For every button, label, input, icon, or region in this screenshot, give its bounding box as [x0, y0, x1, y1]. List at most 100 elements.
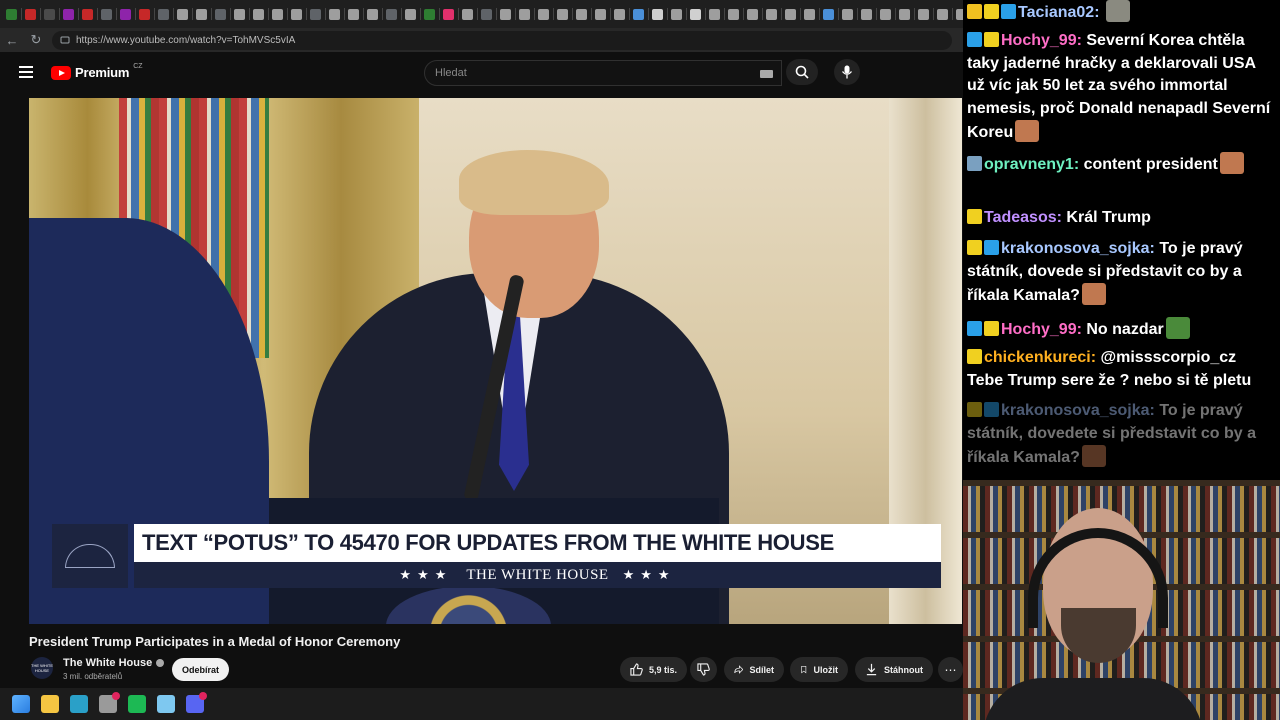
browser-tab[interactable]	[424, 8, 435, 20]
browser-tab[interactable]	[709, 8, 720, 20]
share-button[interactable]: Sdílet	[724, 657, 784, 682]
browser-tab[interactable]	[519, 8, 530, 20]
browser-tab[interactable]	[633, 8, 644, 20]
subscribe-button[interactable]: Odebírat	[172, 658, 229, 681]
chat-emote-icon	[1105, 0, 1130, 22]
browser-tab[interactable]	[139, 8, 150, 20]
browser-tab[interactable]	[63, 8, 74, 20]
back-icon[interactable]: ←	[0, 28, 24, 52]
browser-tab-strip	[0, 0, 963, 28]
chat-username[interactable]: Tadeasos	[984, 209, 1057, 226]
browser-tab[interactable]	[405, 8, 416, 20]
more-actions-button[interactable]: ⋯	[938, 657, 963, 682]
chat-username[interactable]: opravneny1	[984, 156, 1074, 173]
channel-avatar[interactable]: THE WHITE HOUSE	[31, 657, 53, 679]
browser-tab[interactable]	[348, 8, 359, 20]
browser-tab[interactable]	[842, 8, 853, 20]
voice-search-button[interactable]	[834, 59, 860, 85]
browser-tab[interactable]	[44, 8, 55, 20]
download-button[interactable]: Stáhnout	[855, 657, 933, 682]
chat-username[interactable]: Hochy_99	[1001, 32, 1077, 49]
browser-tab[interactable]	[367, 8, 378, 20]
browser-tab[interactable]	[215, 8, 226, 20]
search-button[interactable]	[786, 59, 818, 85]
browser-tab[interactable]	[538, 8, 549, 20]
browser-tab[interactable]	[500, 8, 511, 20]
address-bar[interactable]: https://www.youtube.com/watch?v=TohMVSc5…	[52, 30, 952, 50]
discord-icon[interactable]	[186, 692, 207, 713]
tab-separator	[933, 8, 934, 20]
chat-badge-icon	[967, 32, 982, 47]
chat-username[interactable]: chickenkureci	[984, 349, 1091, 366]
save-button[interactable]: Uložit	[790, 657, 848, 682]
browser-tab[interactable]	[329, 8, 340, 20]
browser-tab[interactable]	[291, 8, 302, 20]
browser-tab[interactable]	[823, 8, 834, 20]
browser-tab[interactable]	[120, 8, 131, 20]
browser-tab[interactable]	[766, 8, 777, 20]
browser-tab[interactable]	[785, 8, 796, 20]
browser-tab[interactable]	[899, 8, 910, 20]
chat-username[interactable]: krakonosova_sojka	[1001, 240, 1150, 257]
browser-tab[interactable]	[234, 8, 245, 20]
browser-tab[interactable]	[196, 8, 207, 20]
browser-tab[interactable]	[595, 8, 606, 20]
browser-tab[interactable]	[310, 8, 321, 20]
browser-tab[interactable]	[177, 8, 188, 20]
browser-tab[interactable]	[937, 8, 948, 20]
spotify-icon[interactable]	[128, 695, 146, 713]
browser-tab[interactable]	[576, 8, 587, 20]
browser-tab[interactable]	[386, 8, 397, 20]
tab-separator	[306, 8, 307, 20]
tab-separator	[629, 8, 630, 20]
browser-tab[interactable]	[728, 8, 739, 20]
settings-icon[interactable]	[99, 692, 120, 713]
browser-tab[interactable]	[671, 8, 682, 20]
keyboard-icon[interactable]	[760, 70, 773, 78]
notepad-icon[interactable]	[157, 695, 175, 713]
search-input[interactable]: Hledat	[424, 60, 782, 86]
browser-tab[interactable]	[6, 8, 17, 20]
chat-badge-icon	[984, 4, 999, 19]
browser-tab[interactable]	[614, 8, 625, 20]
lower-third-banner: TEXT “POTUS” TO 45470 FOR UPDATES FROM T…	[134, 524, 941, 562]
chat-username[interactable]: krakonosova_sojka	[1001, 402, 1150, 419]
browser-tab[interactable]	[652, 8, 663, 20]
tab-separator	[458, 8, 459, 20]
browser-tab[interactable]	[443, 8, 454, 20]
channel-name[interactable]: The White House	[63, 657, 165, 669]
browser-tab[interactable]	[804, 8, 815, 20]
browser-tab[interactable]	[690, 8, 701, 20]
windows-start-icon[interactable]	[12, 695, 30, 713]
browser-tab[interactable]	[25, 8, 36, 20]
browser-tab[interactable]	[481, 8, 492, 20]
browser-tab[interactable]	[880, 8, 891, 20]
browser-tab[interactable]	[557, 8, 568, 20]
dislike-button[interactable]	[690, 657, 717, 682]
tab-separator	[249, 8, 250, 20]
browser-tab[interactable]	[918, 8, 929, 20]
tab-separator	[800, 8, 801, 20]
tab-separator	[553, 8, 554, 20]
tab-separator	[667, 8, 668, 20]
browser-tab[interactable]	[82, 8, 93, 20]
chat-badge-icon	[967, 156, 982, 171]
youtube-logo[interactable]: Premium CZ	[51, 63, 143, 80]
browser-tab[interactable]	[861, 8, 872, 20]
browser-tab[interactable]	[747, 8, 758, 20]
chat-username[interactable]: Taciana02	[1018, 4, 1094, 21]
browser-tab[interactable]	[253, 8, 264, 20]
reload-icon[interactable]: ↻	[24, 28, 48, 52]
tab-separator	[135, 8, 136, 20]
chat-username[interactable]: Hochy_99	[1001, 321, 1077, 338]
edge-icon[interactable]	[70, 695, 88, 713]
like-button[interactable]: 5,9 tis.	[620, 657, 687, 682]
browser-tab[interactable]	[956, 8, 963, 20]
browser-tab[interactable]	[158, 8, 169, 20]
menu-icon[interactable]	[19, 66, 33, 78]
site-info-icon[interactable]	[60, 35, 70, 45]
browser-tab[interactable]	[462, 8, 473, 20]
browser-tab[interactable]	[101, 8, 112, 20]
file-explorer-icon[interactable]	[41, 695, 59, 713]
browser-tab[interactable]	[272, 8, 283, 20]
